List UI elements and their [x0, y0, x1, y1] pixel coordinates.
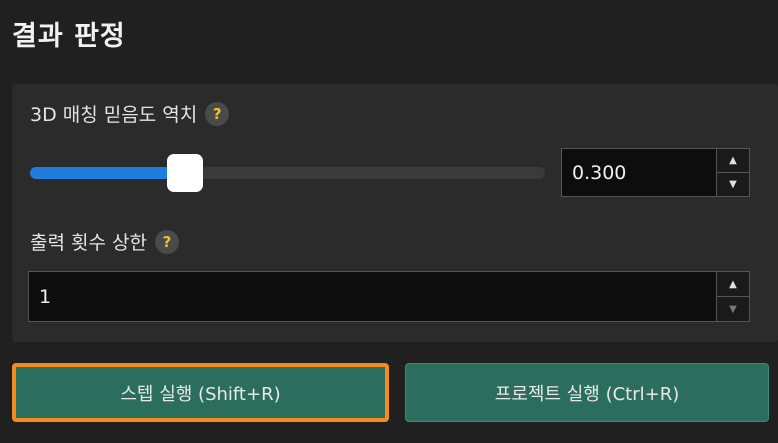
- slider-handle[interactable]: [166, 154, 203, 192]
- increment-arrow-icon[interactable]: ▲: [717, 149, 749, 173]
- section-title: 결과 판정: [12, 21, 126, 52]
- threshold-slider[interactable]: [30, 154, 545, 192]
- threshold-label: 3D 매칭 믿음도 역치: [30, 104, 198, 126]
- slider-fill: [30, 167, 185, 179]
- help-icon[interactable]: ?: [205, 101, 230, 126]
- threshold-value[interactable]: 0.300: [572, 162, 626, 184]
- increment-arrow-icon[interactable]: ▲: [717, 272, 749, 297]
- output-limit-value[interactable]: 1: [39, 286, 51, 308]
- decrement-arrow-icon[interactable]: ▼: [717, 173, 749, 196]
- output-limit-label-group: 출력 횟수 상한 ?: [30, 228, 179, 255]
- step-run-button[interactable]: 스텝 실행 (Shift+R): [12, 363, 389, 422]
- output-limit-spin-buttons: ▲ ▼: [716, 272, 749, 321]
- output-limit-spinbox[interactable]: 1 ▲ ▼: [28, 271, 750, 322]
- help-icon[interactable]: ?: [154, 229, 179, 254]
- decrement-arrow-icon[interactable]: ▼: [717, 297, 749, 321]
- threshold-spin-buttons: ▲ ▼: [716, 149, 749, 196]
- threshold-label-group: 3D 매칭 믿음도 역치 ?: [30, 100, 230, 127]
- project-run-button[interactable]: 프로젝트 실행 (Ctrl+R): [405, 363, 769, 422]
- output-limit-label: 출력 횟수 상한: [30, 232, 147, 254]
- threshold-spinbox[interactable]: 0.300 ▲ ▼: [561, 148, 750, 197]
